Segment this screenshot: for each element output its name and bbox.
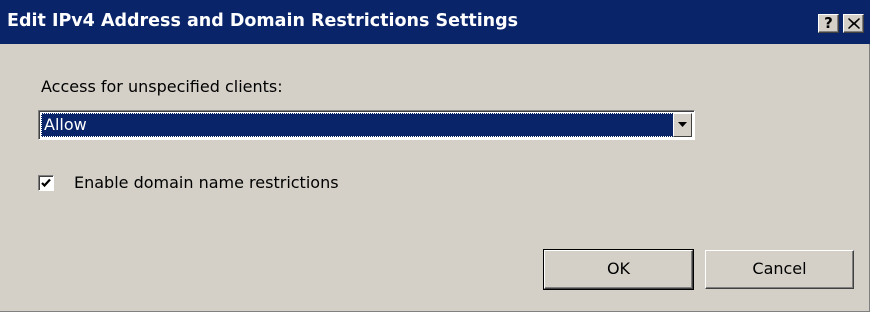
ok-button[interactable]: OK — [543, 249, 694, 290]
access-dropdown-button[interactable] — [673, 113, 692, 137]
access-selected-value[interactable]: Allow — [41, 113, 674, 137]
chevron-down-icon — [678, 122, 687, 127]
domain-restrictions-label[interactable]: Enable domain name restrictions — [74, 173, 339, 192]
access-select[interactable]: Allow — [38, 110, 695, 140]
help-button[interactable]: ? — [818, 14, 839, 33]
checkmark-icon — [41, 178, 51, 188]
dialog-title: Edit IPv4 Address and Domain Restriction… — [7, 11, 519, 31]
edit-ipv4-restrictions-dialog: Edit IPv4 Address and Domain Restriction… — [0, 0, 870, 312]
close-button[interactable] — [843, 14, 864, 33]
title-bar[interactable]: Edit IPv4 Address and Domain Restriction… — [0, 0, 870, 44]
access-label: Access for unspecified clients: — [41, 77, 283, 96]
cancel-button[interactable]: Cancel — [705, 250, 854, 289]
domain-restrictions-checkbox[interactable] — [38, 175, 54, 191]
close-icon — [847, 18, 860, 29]
